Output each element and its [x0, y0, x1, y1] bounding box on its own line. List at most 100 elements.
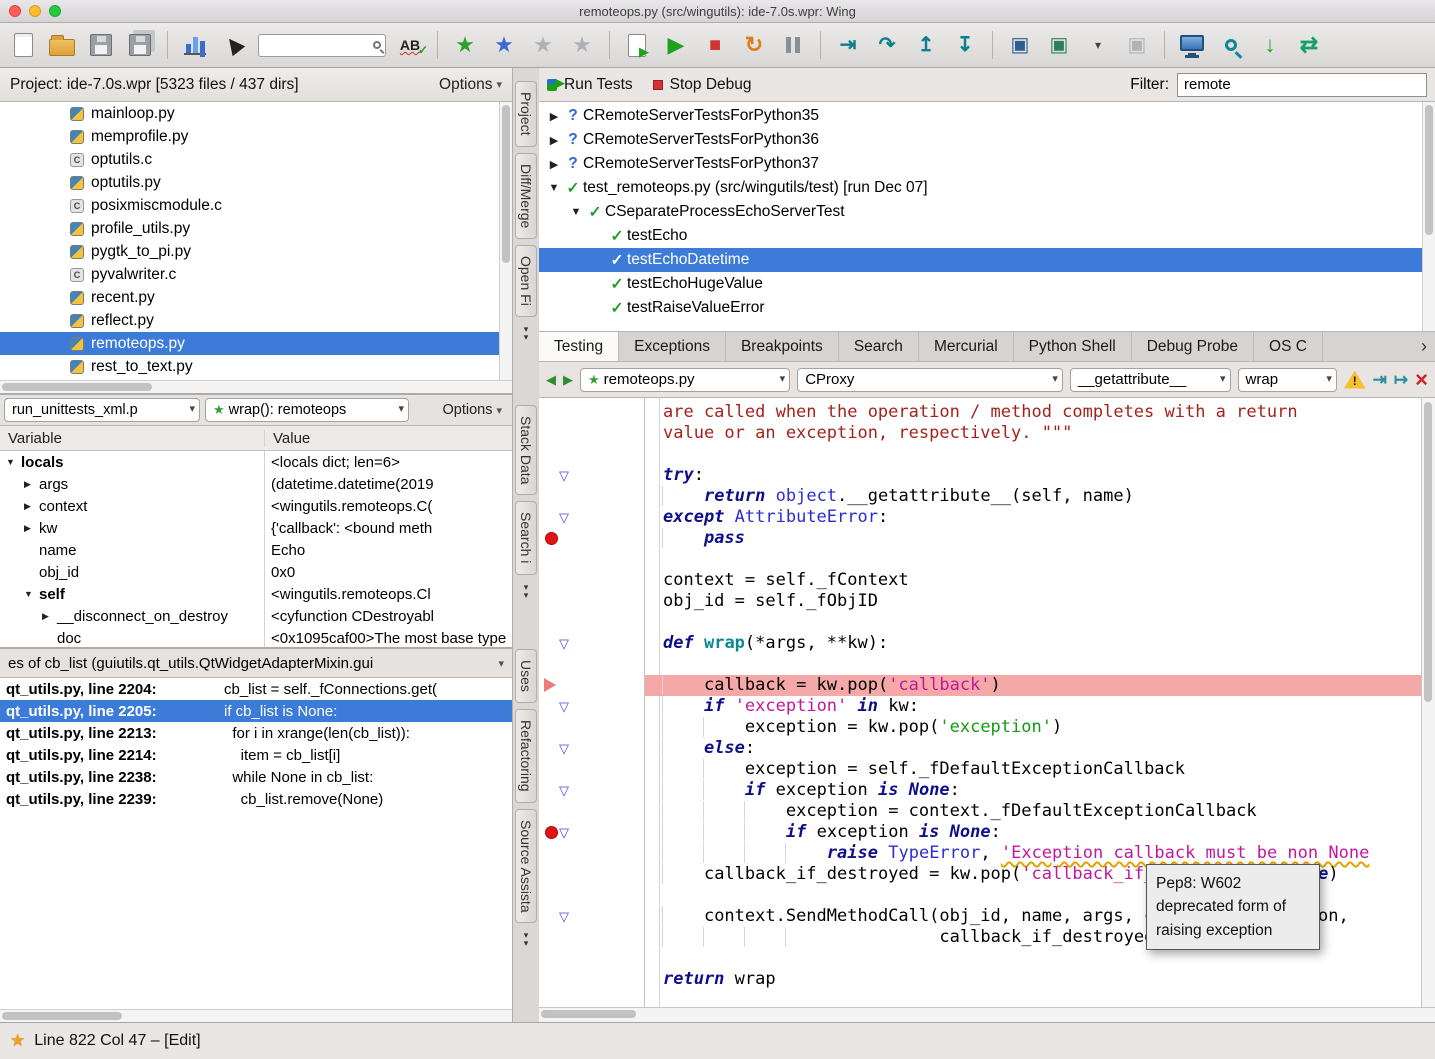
code-line[interactable]: return wrap	[645, 969, 1421, 990]
tab-python-shell[interactable]: Python Shell	[1014, 332, 1132, 361]
editor-horizontal-scrollbar[interactable]	[539, 1007, 1435, 1022]
code-line[interactable]	[645, 549, 1421, 570]
nav-back-icon[interactable]: ◀	[546, 372, 556, 388]
expand-icon[interactable]: ▶	[545, 158, 563, 171]
goto-marker-icon[interactable]: ⇥	[1373, 370, 1387, 390]
nav-forward-icon[interactable]: ▶	[563, 372, 573, 388]
project-vertical-scrollbar[interactable]	[499, 102, 512, 380]
prev-bookmark-icon[interactable]: ★	[528, 28, 558, 62]
debug-scope-dropdown[interactable]: ★ wrap(): remoteops	[205, 398, 409, 422]
next-bookmark-icon[interactable]: ★	[567, 28, 597, 62]
project-file-memprofile-py[interactable]: memprofile.py	[0, 125, 499, 148]
variable-row-kw[interactable]: ▶kw{'callback': <bound meth	[0, 517, 512, 539]
tab-os-c[interactable]: OS C	[1254, 332, 1323, 361]
variable-row-context[interactable]: ▶context<wingutils.remoteops.C(	[0, 495, 512, 517]
run-tests-button[interactable]: Run Tests	[564, 76, 633, 94]
code-line[interactable]: exception = self._fDefaultExceptionCallb…	[645, 759, 1421, 780]
new-file-icon[interactable]	[8, 28, 38, 62]
step-over-icon[interactable]: ↷	[872, 28, 902, 62]
expand-icon[interactable]: ▶	[545, 134, 563, 147]
step-into-icon[interactable]: ⇥	[833, 28, 863, 62]
project-file-posixmiscmodule-c[interactable]: Cposixmiscmodule.c	[0, 194, 499, 217]
pause-debug-icon[interactable]	[778, 28, 808, 62]
variable-row-name[interactable]: nameEcho	[0, 539, 512, 561]
code-line[interactable]: return object.__getattribute__(self, nam…	[645, 486, 1421, 507]
test-tree-cremoteservertestsforpython37[interactable]: ▶?CRemoteServerTestsForPython37	[539, 152, 1422, 176]
collapse-icon[interactable]: ▼	[545, 182, 563, 194]
fold-marker-icon[interactable]: ▽	[559, 465, 569, 486]
code-line[interactable]: else:	[645, 738, 1421, 759]
minimize-window-icon[interactable]	[29, 5, 41, 17]
project-file-reflect-py[interactable]: reflect.py	[0, 309, 499, 332]
expand-icon[interactable]: ▶	[545, 110, 563, 123]
fold-marker-icon[interactable]: ▽	[559, 696, 569, 717]
code-line[interactable]: pass	[645, 528, 1421, 549]
goto-bookmark-icon[interactable]: ★	[489, 28, 519, 62]
vertical-tab-refactoring[interactable]: Refactoring	[515, 709, 537, 803]
open-file-icon[interactable]	[47, 28, 77, 62]
expand-icon[interactable]: ▶	[24, 501, 39, 512]
tab-strip-scroll-icons[interactable]: ▾▾	[524, 583, 529, 599]
tab-exceptions[interactable]: Exceptions	[619, 332, 726, 361]
code-line[interactable]: are called when the operation / method c…	[645, 402, 1421, 423]
code-line[interactable]	[645, 654, 1421, 675]
code-line[interactable]: callback = kw.pop('callback')	[645, 675, 1421, 696]
project-options-button[interactable]: Options ▾	[439, 76, 502, 94]
project-horizontal-scrollbar[interactable]	[0, 380, 512, 393]
debug-menu-arrow-icon[interactable]: ▾	[1083, 28, 1113, 62]
class-dropdown[interactable]: CProxy	[797, 368, 1063, 392]
vertical-tab-uses[interactable]: Uses	[515, 649, 537, 703]
collapse-icon[interactable]: ▼	[6, 457, 21, 467]
breakpoint-icon[interactable]	[545, 532, 558, 545]
expand-icon[interactable]: ▶	[24, 523, 39, 534]
fold-marker-icon[interactable]: ▽	[559, 906, 569, 927]
variable-row-args[interactable]: ▶args(datetime.datetime(2019	[0, 473, 512, 495]
code-line[interactable]: if exception is None:	[645, 780, 1421, 801]
tab-search[interactable]: Search	[839, 332, 919, 361]
vertical-tab-diff-merge[interactable]: Diff/Merge	[515, 153, 537, 239]
toolbar-search-input[interactable]	[263, 38, 373, 53]
project-file-optutils-c[interactable]: Coptutils.c	[0, 148, 499, 171]
search-icon[interactable]	[1216, 28, 1246, 62]
vertical-tab-open-fi[interactable]: Open Fi	[515, 245, 537, 317]
scrollbar-thumb[interactable]	[2, 1012, 122, 1020]
fold-marker-icon[interactable]: ▽	[559, 780, 569, 801]
collapse-icon[interactable]: ▼	[24, 589, 39, 599]
editor-vertical-scrollbar[interactable]	[1421, 398, 1435, 1007]
code-line[interactable]: try:	[645, 465, 1421, 486]
stop-debug-button[interactable]: Stop Debug	[670, 76, 752, 94]
close-window-icon[interactable]	[9, 5, 21, 17]
code-line[interactable]: obj_id = self._fObjID	[645, 591, 1421, 612]
uses-row[interactable]: qt_utils.py, line 2204:cb_list = self._f…	[0, 678, 512, 700]
uses-row[interactable]: qt_utils.py, line 2238: while None in cb…	[0, 766, 512, 788]
testing-vertical-scrollbar[interactable]	[1422, 102, 1435, 331]
save-icon[interactable]	[86, 28, 116, 62]
value-column-header[interactable]: Value	[264, 430, 512, 447]
tab-scroll-right-icon[interactable]: ›	[1413, 332, 1435, 361]
code-line[interactable]	[645, 948, 1421, 969]
vertical-tab-search-i[interactable]: Search i	[515, 501, 537, 574]
test-tree-cseparateprocessechoservertest[interactable]: ▼✓CSeparateProcessEchoServerTest	[539, 200, 1422, 224]
code-line[interactable]: def wrap(*args, **kw):	[645, 633, 1421, 654]
tab-breakpoints[interactable]: Breakpoints	[726, 332, 839, 361]
uses-menu-button[interactable]: ▾	[498, 657, 504, 670]
project-file-pygtk-to-pi-py[interactable]: pygtk_to_pi.py	[0, 240, 499, 263]
method-dropdown[interactable]: __getattribute__	[1070, 368, 1231, 392]
breakpoint-icon[interactable]	[545, 826, 558, 839]
scrollbar-thumb[interactable]	[1424, 402, 1432, 702]
test-tree-testecho[interactable]: ✓testEcho	[539, 224, 1422, 248]
code-line[interactable]: if 'exception' in kw:	[645, 696, 1421, 717]
update-icon[interactable]: ↓	[1255, 28, 1285, 62]
expand-icon[interactable]: ▶	[42, 611, 57, 622]
project-file-pyvalwriter-c[interactable]: Cpyvalwriter.c	[0, 263, 499, 286]
variable-row-disconnect-on-destroy[interactable]: ▶__disconnect_on_destroy<cyfunction CDes…	[0, 605, 512, 627]
variable-row-doc[interactable]: doc<0x1095caf00>The most base type	[0, 627, 512, 647]
add-bookmark-icon[interactable]: ★	[450, 28, 480, 62]
run-tests-file-icon[interactable]	[622, 28, 652, 62]
run-to-cursor-icon[interactable]: ↧	[950, 28, 980, 62]
scrollbar-thumb[interactable]	[541, 1010, 636, 1018]
tab-debug-probe[interactable]: Debug Probe	[1132, 332, 1254, 361]
uses-row[interactable]: qt_utils.py, line 2213: for i in xrange(…	[0, 722, 512, 744]
toolbar-search-box[interactable]	[258, 34, 386, 57]
warning-icon[interactable]	[1344, 371, 1366, 389]
